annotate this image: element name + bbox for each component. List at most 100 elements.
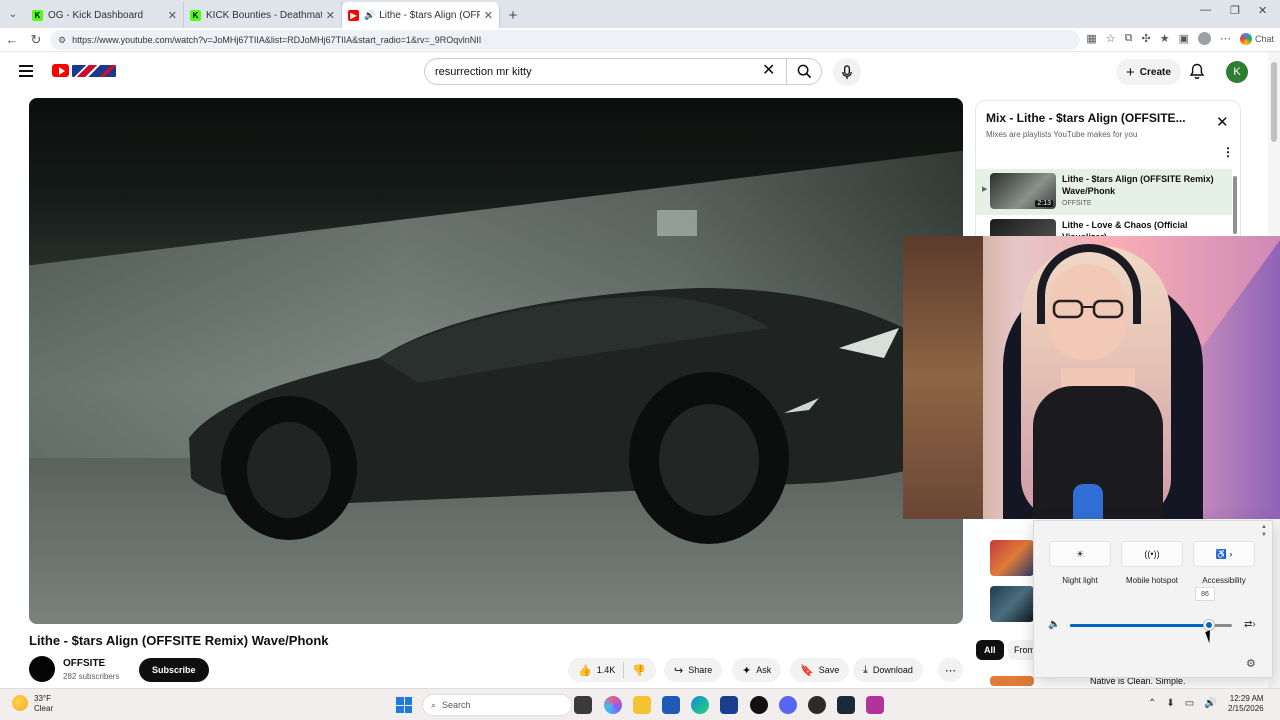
playlist-thumbnail: 2:13	[990, 173, 1056, 209]
collections-icon[interactable]: ▣	[1179, 32, 1189, 45]
tray-app-icon[interactable]: ⬇	[1166, 698, 1174, 709]
close-window-icon[interactable]: ✕	[1258, 4, 1267, 17]
save-button[interactable]: 🔖 Save	[790, 658, 850, 682]
account-avatar[interactable]: K	[1226, 61, 1248, 83]
browser-toolbar: ← ↻ ⚙ https://www.youtube.com/watch?v=Jo…	[0, 28, 1280, 52]
playlist-item[interactable]: ▶ 2:13 Lithe - $tars Align (OFFSITE Remi…	[976, 169, 1232, 215]
weather-widget[interactable]: 33°F Clear	[34, 694, 53, 714]
related-thumbnail[interactable]	[990, 676, 1034, 686]
tab-youtube[interactable]: ▶ 🔊 Lithe - $tars Align (OFFSITE R ✕	[342, 2, 500, 28]
copilot-app-icon[interactable]	[604, 696, 622, 714]
chip-all[interactable]: All	[976, 640, 1004, 660]
menu-icon[interactable]	[19, 65, 33, 77]
ask-button[interactable]: ✦ Ask	[732, 658, 782, 682]
vscode-icon[interactable]	[720, 696, 738, 714]
notifications-bell-icon[interactable]	[1189, 63, 1205, 80]
audio-playing-icon[interactable]: 🔊	[364, 10, 375, 21]
subscriber-count: 282 subscribers	[63, 672, 120, 681]
reload-icon[interactable]: ↻	[24, 32, 48, 48]
close-tab-icon[interactable]: ✕	[326, 9, 335, 22]
close-playlist-icon[interactable]: ✕	[1216, 115, 1229, 130]
plus-icon: +	[1126, 63, 1135, 81]
search-button[interactable]	[786, 58, 822, 85]
download-button[interactable]: ⤓ Download	[853, 658, 923, 682]
channel-avatar[interactable]	[29, 656, 55, 682]
taskbar-search[interactable]: ⌕ Search	[422, 694, 572, 716]
start-button[interactable]	[396, 697, 412, 713]
youtube-header: resurrection mr kitty ✕ + Create K	[0, 52, 1270, 92]
accessibility-toggle[interactable]: ♿ ›	[1193, 541, 1255, 567]
mobile-hotspot-toggle[interactable]: ((•))	[1121, 541, 1183, 567]
doodle-flag-icon[interactable]	[72, 65, 116, 77]
playlist-title[interactable]: Mix - Lithe - $tars Align (OFFSITE...	[986, 111, 1206, 125]
create-label: Create	[1139, 66, 1171, 78]
maximize-icon[interactable]: ❐	[1230, 4, 1240, 17]
back-icon[interactable]: ←	[0, 32, 24, 47]
edge-browser-icon[interactable]	[691, 696, 709, 714]
youtube-logo-icon[interactable]	[52, 64, 69, 77]
profile-avatar[interactable]	[1197, 32, 1211, 45]
obs-icon[interactable]	[750, 696, 768, 714]
video-player[interactable]	[29, 98, 963, 624]
clock[interactable]: 12:29 AM 2/15/2026	[1228, 694, 1264, 714]
create-button[interactable]: + Create	[1116, 59, 1181, 85]
tray-overflow-icon[interactable]: ⌃	[1148, 698, 1156, 709]
related-thumbnail[interactable]	[990, 540, 1034, 576]
tab-kick-dashboard[interactable]: K OG - Kick Dashboard ✕	[26, 2, 184, 28]
related-thumbnail[interactable]	[990, 586, 1034, 622]
bookmark-star-icon[interactable]: ☆	[1106, 32, 1116, 45]
close-tab-icon[interactable]: ✕	[484, 9, 493, 22]
subscribe-button[interactable]: Subscribe	[139, 658, 209, 682]
flyout-scroll-icon[interactable]: ▲ ▼	[1261, 523, 1267, 539]
apps-icon[interactable]: ▦	[1086, 32, 1096, 45]
speaker-icon[interactable]: 🔈	[1048, 619, 1060, 630]
clear-search-icon[interactable]: ✕	[762, 63, 775, 79]
more-menu-icon[interactable]: ⋯	[1220, 32, 1231, 45]
site-info-icon[interactable]: ⚙	[58, 35, 66, 46]
screenshot-icon[interactable]: ⧉	[1125, 32, 1133, 45]
minimize-icon[interactable]: —	[1200, 4, 1211, 16]
discord-icon[interactable]	[779, 696, 797, 714]
app-icon[interactable]	[866, 696, 884, 714]
channel-name[interactable]: OFFSITE	[63, 658, 105, 669]
settings-gear-icon[interactable]: ⚙	[1246, 657, 1256, 670]
file-explorer-icon[interactable]	[633, 696, 651, 714]
kick-favicon-icon: K	[190, 9, 201, 21]
thumbs-down-icon[interactable]: 👎	[632, 664, 646, 677]
weather-moon-icon[interactable]	[12, 695, 28, 711]
night-light-toggle[interactable]: ☀	[1049, 541, 1111, 567]
more-actions-button[interactable]: ⋯	[938, 658, 963, 682]
playlist-scrollbar[interactable]	[1232, 168, 1238, 238]
search-icon	[797, 64, 811, 79]
tab-search-icon[interactable]: ⌄	[0, 0, 26, 28]
search-query: resurrection mr kitty	[435, 65, 532, 78]
playlist-item[interactable]: Lithe - Love & Chaos (Official Visualize…	[976, 215, 1232, 238]
app-icon[interactable]	[808, 696, 826, 714]
volume-slider[interactable]	[1070, 620, 1232, 630]
network-icon[interactable]: ▭	[1185, 698, 1194, 709]
tab-title: Lithe - $tars Align (OFFSITE R	[379, 9, 480, 21]
voice-search-button[interactable]	[833, 58, 861, 86]
playlist-subtitle: Mixes are playlists YouTube makes for yo…	[986, 130, 1138, 139]
playlist-item-title: Lithe - $tars Align (OFFSITE Remix) Wave…	[1062, 174, 1214, 196]
clock-date: 2/15/2026	[1228, 704, 1264, 713]
extensions-icon[interactable]: ✣	[1141, 32, 1150, 45]
search-input[interactable]: resurrection mr kitty	[424, 58, 786, 85]
task-view-icon[interactable]	[574, 696, 592, 714]
share-button[interactable]: ↪ Share	[664, 658, 723, 682]
taskbar-search-placeholder: Search	[442, 700, 471, 710]
playlist-more-icon[interactable]: ⋮	[1222, 145, 1234, 159]
store-icon[interactable]	[662, 696, 680, 714]
quick-settings-flyout: ▲ ▼ ☀ ((•)) ♿ › Night light Mobile hotspo…	[1033, 520, 1273, 678]
new-tab-button[interactable]: +	[500, 2, 526, 28]
volume-tray-icon[interactable]: 🔊	[1204, 698, 1216, 709]
close-tab-icon[interactable]: ✕	[168, 9, 177, 22]
address-bar[interactable]: ⚙ https://www.youtube.com/watch?v=JoMHj6…	[50, 30, 1080, 50]
chat-button[interactable]: Chat	[1239, 32, 1274, 45]
tab-kick-bounties[interactable]: K KICK Bounties - Deathmatch Dom ✕	[184, 2, 342, 28]
browser-tab-strip: ⌄ K OG - Kick Dashboard ✕ K KICK Bountie…	[0, 0, 1280, 28]
steam-icon[interactable]	[837, 696, 855, 714]
favorites-icon[interactable]: ★	[1160, 32, 1170, 45]
audio-output-icon[interactable]: ⇄›	[1244, 619, 1256, 630]
like-button[interactable]: 👍 1.4K	[578, 664, 615, 677]
